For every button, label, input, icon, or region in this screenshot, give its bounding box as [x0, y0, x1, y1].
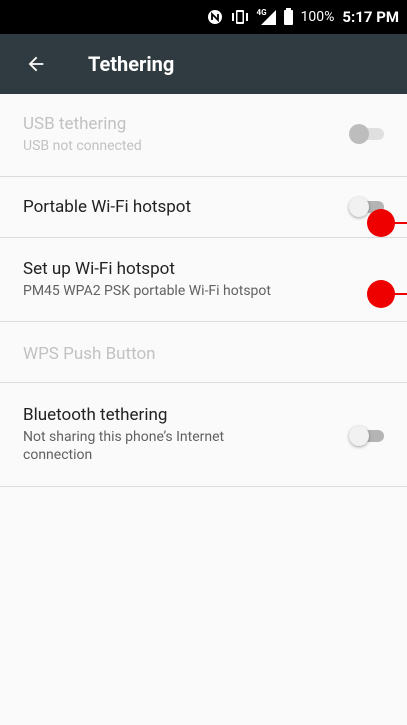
app-bar: Tethering — [0, 34, 407, 94]
usb-tethering-item[interactable]: USB tethering USB not connected — [0, 94, 407, 177]
wps-push-button-label: WPS Push Button — [23, 344, 156, 364]
clock: 5:17 PM — [342, 8, 399, 26]
usb-tethering-switch[interactable] — [349, 124, 384, 144]
nfc-icon — [207, 9, 223, 25]
wps-push-button-item[interactable]: WPS Push Button — [0, 322, 407, 383]
vibrate-icon — [231, 9, 249, 25]
back-arrow-icon[interactable] — [8, 36, 64, 92]
signal-4g-icon: 4G — [257, 8, 276, 25]
setup-wifi-hotspot-summary: PM45 WPA2 PSK portable Wi-Fi hotspot — [23, 283, 271, 299]
bluetooth-tethering-item[interactable]: Bluetooth tethering Not sharing this pho… — [0, 383, 407, 487]
setup-wifi-hotspot-item[interactable]: Set up Wi-Fi hotspot PM45 WPA2 PSK porta… — [0, 238, 407, 322]
battery-percent: 100% — [300, 9, 335, 25]
page-title: Tethering — [88, 52, 175, 76]
bluetooth-tethering-label: Bluetooth tethering — [23, 405, 168, 425]
battery-icon — [283, 7, 293, 25]
setup-wifi-hotspot-label: Set up Wi-Fi hotspot — [23, 259, 175, 279]
annotation-marker — [367, 280, 407, 308]
status-bar: 4G 100% 5:17 PM — [0, 0, 407, 34]
annotation-marker — [367, 209, 407, 237]
bluetooth-tethering-summary: Not sharing this phone’s Internet connec… — [23, 429, 225, 463]
wifi-hotspot-item[interactable]: Portable Wi-Fi hotspot — [0, 177, 407, 238]
settings-list: USB tethering USB not connected Portable… — [0, 94, 407, 487]
bluetooth-tethering-switch[interactable] — [349, 426, 384, 446]
